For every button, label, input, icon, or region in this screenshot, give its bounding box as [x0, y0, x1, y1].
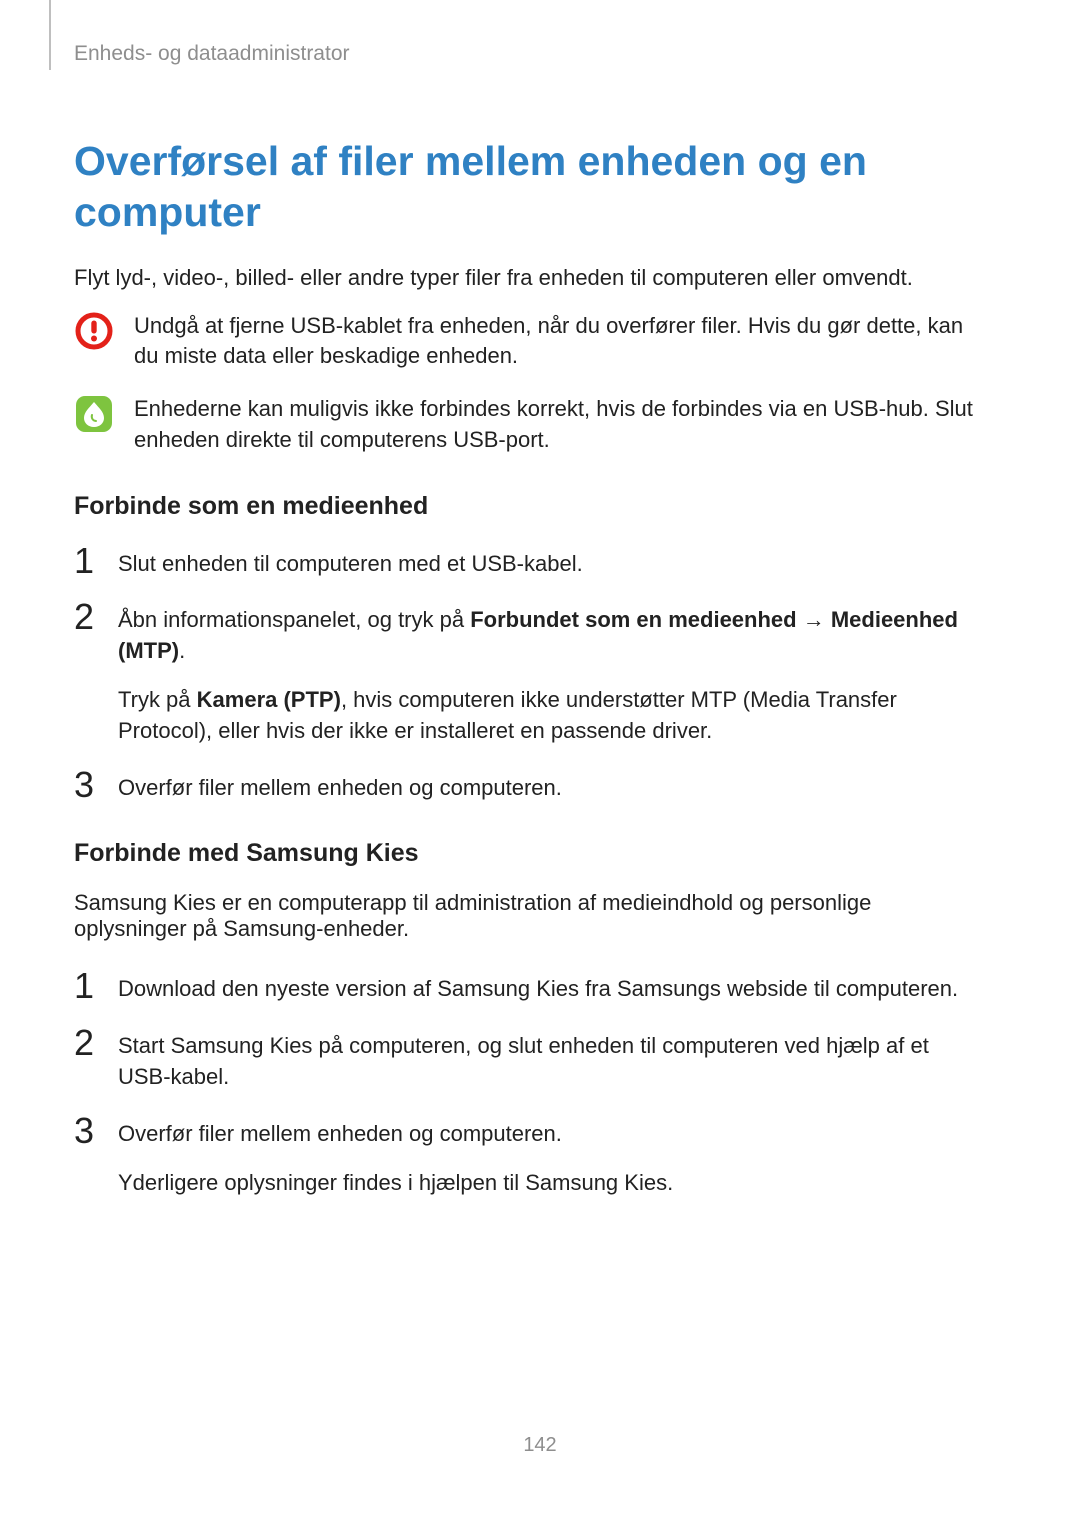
- breadcrumb: Enheds- og dataadministrator: [74, 42, 984, 66]
- step-number: 1: [74, 543, 100, 579]
- section2-step1: 1 Download den nyeste version af Samsung…: [74, 968, 984, 1005]
- step2-bold1: Forbundet som en medieenhed: [470, 607, 796, 632]
- page-title: Overførsel af filer mellem enheden og en…: [74, 136, 984, 239]
- step-number: 1: [74, 968, 100, 1004]
- warning-icon: [74, 311, 114, 351]
- step-text: Start Samsung Kies på computeren, og slu…: [118, 1025, 984, 1093]
- step2-arrow: →: [797, 607, 831, 632]
- step-number: 3: [74, 1113, 100, 1149]
- section2-step2: 2 Start Samsung Kies på computeren, og s…: [74, 1025, 984, 1093]
- step-number: 2: [74, 599, 100, 635]
- section1-step2: 2 Åbn informationspanelet, og tryk på Fo…: [74, 599, 984, 746]
- page-binding-mark: [49, 0, 51, 70]
- intro-paragraph: Flyt lyd-, video-, billed- eller andre t…: [74, 265, 984, 291]
- step3-line1: Overfør filer mellem enheden og computer…: [118, 1119, 984, 1150]
- step-text: Åbn informationspanelet, og tryk på Forb…: [118, 599, 984, 746]
- section1-heading: Forbinde som en medieenhed: [74, 492, 984, 521]
- section2-intro: Samsung Kies er en computerapp til admin…: [74, 890, 984, 942]
- step3-line2: Yderligere oplysninger findes i hjælpen …: [118, 1168, 984, 1199]
- step2-prefix: Åbn informationspanelet, og tryk på: [118, 607, 470, 632]
- info-text: Enhederne kan muligvis ikke forbindes ko…: [134, 394, 984, 456]
- step-text: Download den nyeste version af Samsung K…: [118, 968, 984, 1005]
- warning-note: Undgå at fjerne USB-kablet fra enheden, …: [74, 311, 984, 373]
- step-number: 2: [74, 1025, 100, 1061]
- warning-text: Undgå at fjerne USB-kablet fra enheden, …: [134, 311, 984, 373]
- section2-step3: 3 Overfør filer mellem enheden og comput…: [74, 1113, 984, 1199]
- section1-step3: 3 Overfør filer mellem enheden og comput…: [74, 767, 984, 804]
- info-note: Enhederne kan muligvis ikke forbindes ko…: [74, 394, 984, 456]
- step-text: Overfør filer mellem enheden og computer…: [118, 1113, 984, 1199]
- step-text: Overfør filer mellem enheden og computer…: [118, 767, 984, 804]
- info-icon: [74, 394, 114, 434]
- page-content: Enheds- og dataadministrator Overførsel …: [0, 0, 1080, 1198]
- step2-para2-prefix: Tryk på: [118, 687, 197, 712]
- step-number: 3: [74, 767, 100, 803]
- step-text: Slut enheden til computeren med et USB-k…: [118, 543, 984, 580]
- page-number: 142: [0, 1434, 1080, 1457]
- step2-suffix: .: [179, 638, 185, 663]
- step2-para2-bold: Kamera (PTP): [197, 687, 341, 712]
- section1-step1: 1 Slut enheden til computeren med et USB…: [74, 543, 984, 580]
- section2-heading: Forbinde med Samsung Kies: [74, 839, 984, 868]
